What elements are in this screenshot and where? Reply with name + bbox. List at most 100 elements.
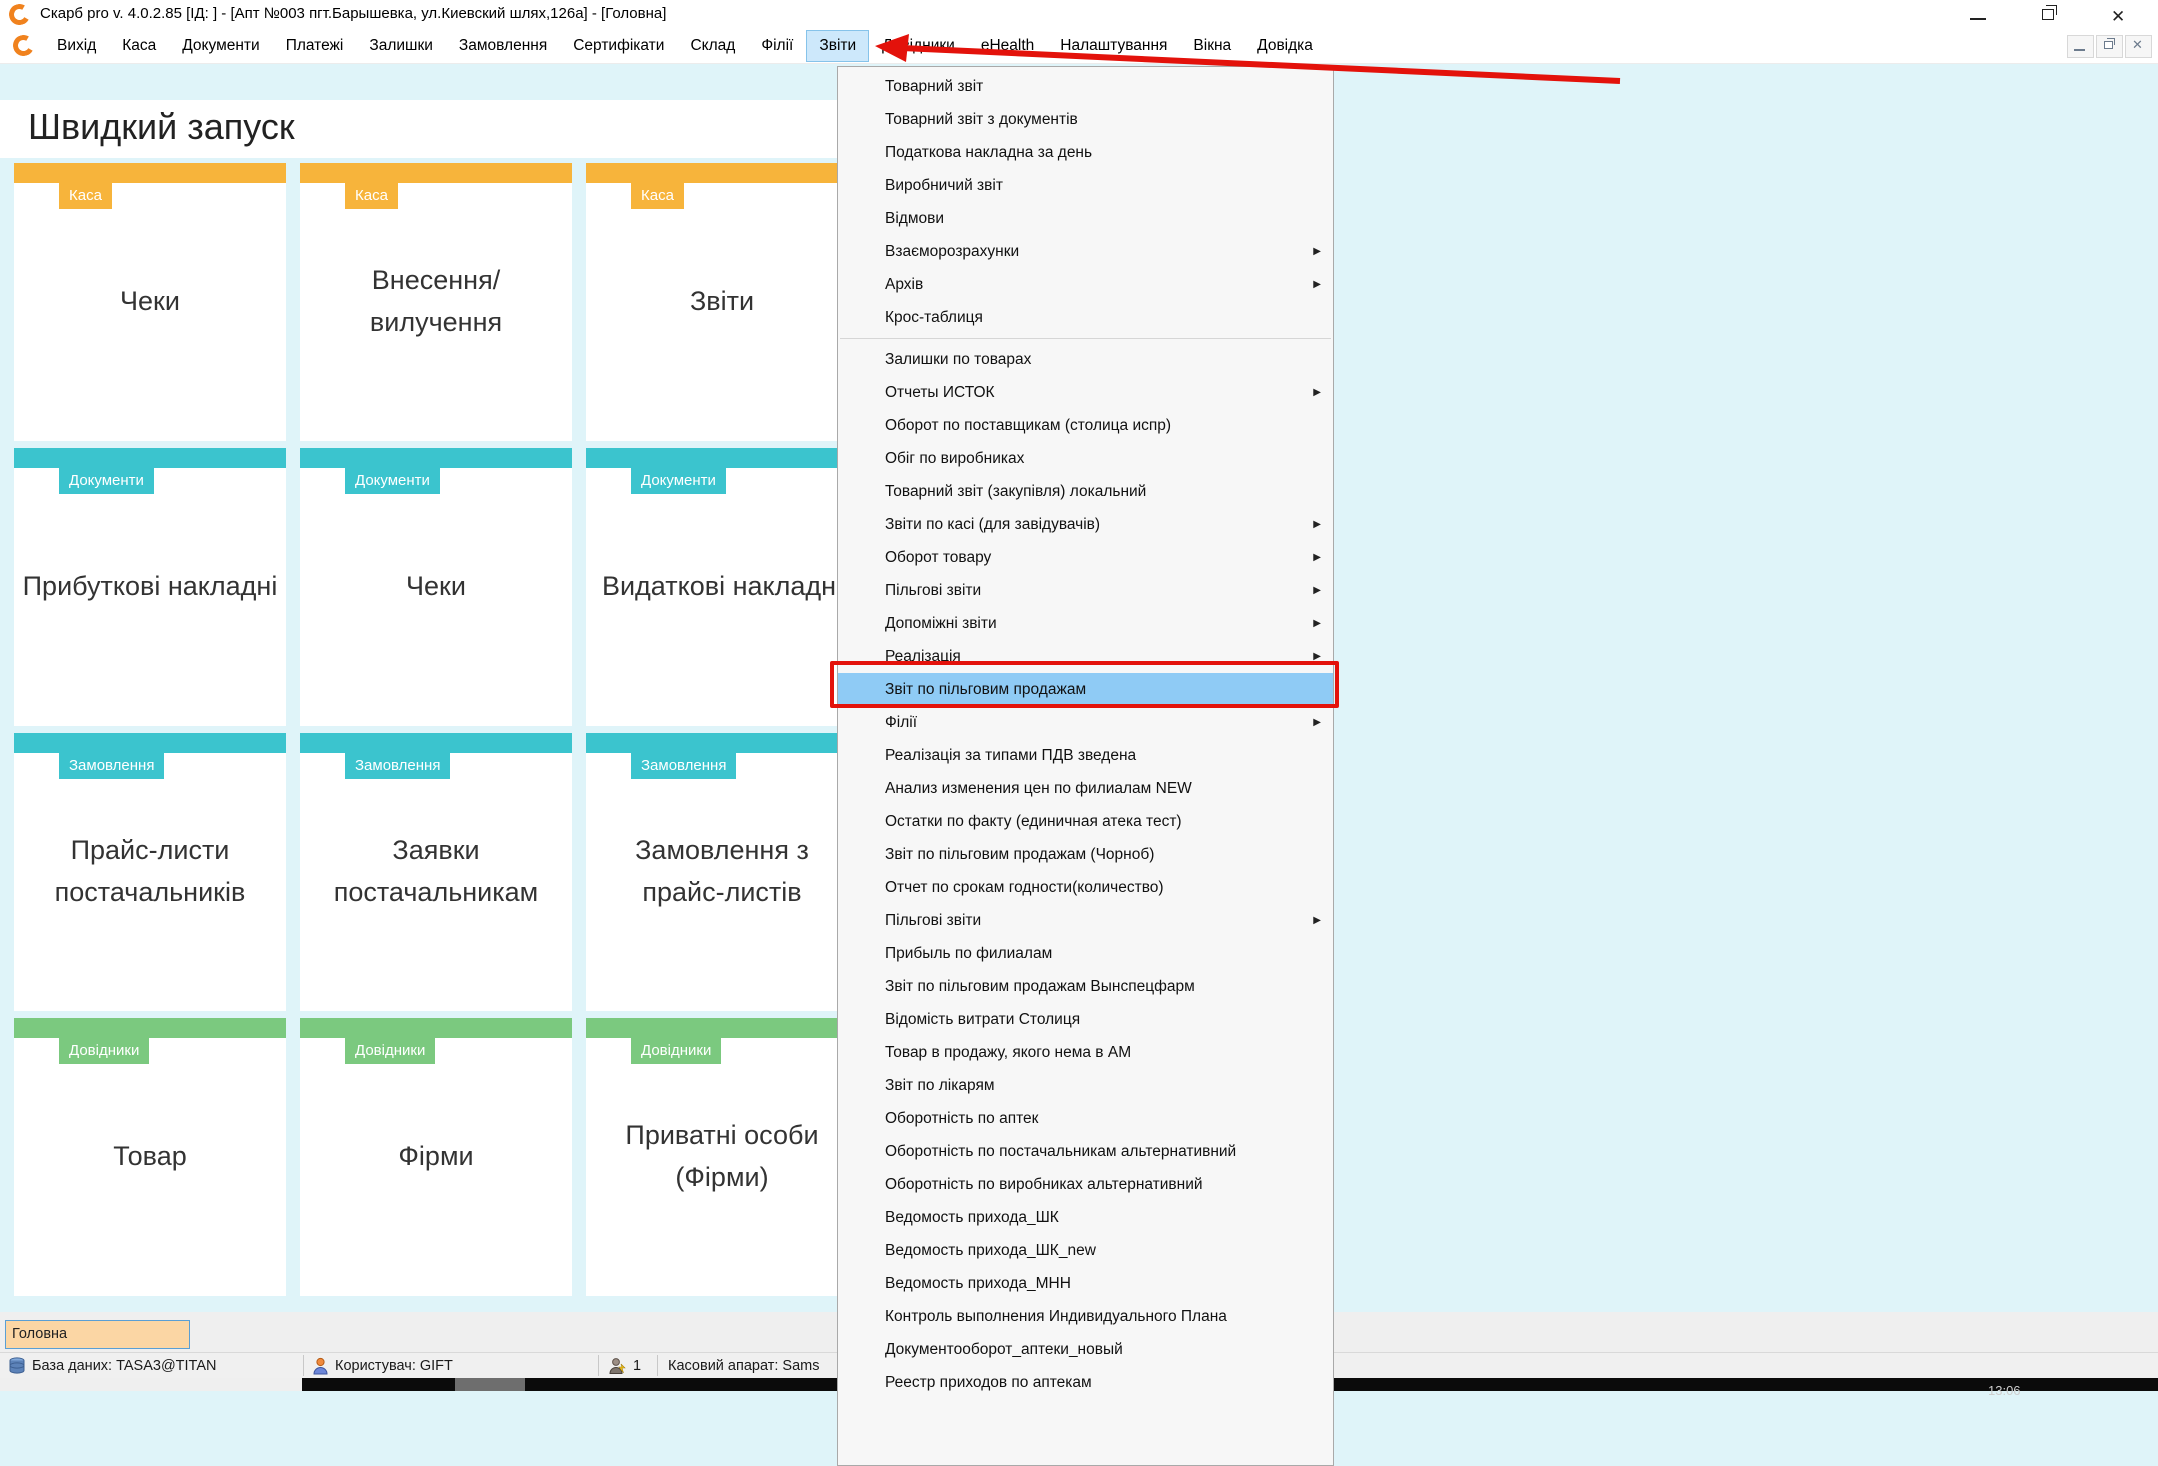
menu-item[interactable]: Товарний звіт [838, 70, 1333, 103]
menu-item[interactable]: Товарний звіт з документів [838, 103, 1333, 136]
menu-item[interactable]: Звіт по пільговим продажам Вынспецфарм [838, 970, 1333, 1003]
tile-прибуткові накладні[interactable]: ДокументиПрибуткові накладні [14, 448, 286, 726]
menu-item-label: Оборотність по аптек [885, 1110, 1038, 1127]
tile-label: Чеки [14, 163, 286, 441]
tile-label: Звіти [586, 163, 858, 441]
menubar-item-довідка[interactable]: Довідка [1244, 30, 1326, 62]
menu-item[interactable]: Остатки по факту (единичная атека тест) [838, 805, 1333, 838]
tile-label: Фірми [300, 1018, 572, 1296]
menubar-item-замовлення[interactable]: Замовлення [446, 30, 560, 62]
menubar-item-платежі[interactable]: Платежі [273, 30, 357, 62]
menubar-item-каса[interactable]: Каса [109, 30, 169, 62]
menu-item[interactable]: Ведомость прихода_МНН [838, 1267, 1333, 1300]
menu-item[interactable]: Товар в продажу, якого нема в АМ [838, 1036, 1333, 1069]
menu-item-label: Пільгові звіти [885, 912, 981, 929]
tile-товар[interactable]: ДовідникиТовар [14, 1018, 286, 1296]
menu-item[interactable]: Допоміжні звіти▶ [838, 607, 1333, 640]
menu-item[interactable]: Оборотність по постачальникам альтернати… [838, 1135, 1333, 1168]
menu-item[interactable]: Анализ изменения цен по филиалам NEW [838, 772, 1333, 805]
menu-item[interactable]: Документооборот_аптеки_новый [838, 1333, 1333, 1366]
window-title: Скарб pro v. 4.0.2.85 [ІД: ] - [Апт №003… [40, 5, 666, 22]
restore-icon [2042, 9, 2054, 20]
tab-golovna[interactable]: Головна [5, 1320, 190, 1349]
tile-внесення/вилучення[interactable]: КасаВнесення/вилучення [300, 163, 572, 441]
taskbar-button[interactable] [455, 1378, 525, 1391]
menubar-item-склад[interactable]: Склад [677, 30, 748, 62]
menu-item[interactable]: Філії▶ [838, 706, 1333, 739]
menubar-item-залишки[interactable]: Залишки [356, 30, 446, 62]
user-icon [312, 1357, 329, 1375]
mdi-minimize-button[interactable] [2067, 35, 2094, 58]
tile-чеки[interactable]: ДокументиЧеки [300, 448, 572, 726]
menu-item-label: Реестр приходов по аптекам [885, 1374, 1092, 1391]
menu-item-label: Ведомость прихода_МНН [885, 1275, 1071, 1292]
menubar-item-сертифікати[interactable]: Сертифікати [560, 30, 677, 62]
submenu-arrow-icon: ▶ [1313, 541, 1321, 574]
menubar-item-ehealth[interactable]: eHealth [968, 30, 1047, 62]
tile-label: Приватні особи (Фірми) [586, 1018, 858, 1296]
menu-item-label: Анализ изменения цен по филиалам NEW [885, 780, 1192, 797]
menu-item[interactable]: Контроль выполнения Индивидуального План… [838, 1300, 1333, 1333]
tile-label: Заявки постачальникам [300, 733, 572, 1011]
tile-звіти[interactable]: КасаЗвіти [586, 163, 858, 441]
menu-item[interactable]: Оборотність по виробниках альтернативний [838, 1168, 1333, 1201]
menu-item[interactable]: Ведомость прихода_ШК [838, 1201, 1333, 1234]
menu-item-label: Оборот товару [885, 549, 991, 566]
mdi-restore-button[interactable] [2096, 35, 2123, 58]
menubar-item-налаштування[interactable]: Налаштування [1047, 30, 1180, 62]
tile-прайс-листи постачальників[interactable]: ЗамовленняПрайс-листи постачальників [14, 733, 286, 1011]
status-session: 1 [608, 1353, 641, 1379]
menubar-item-вихід[interactable]: Вихід [44, 30, 109, 62]
menu-item[interactable]: Архів▶ [838, 268, 1333, 301]
menu-item-label: Відомість витрати Столиця [885, 1011, 1080, 1028]
menu-item[interactable]: Податкова накладна за день [838, 136, 1333, 169]
menu-item-label: Товар в продажу, якого нема в АМ [885, 1044, 1131, 1061]
menu-item[interactable]: Пільгові звіти▶ [838, 574, 1333, 607]
menu-item-label: Контроль выполнения Индивидуального План… [885, 1308, 1227, 1325]
window-close-button[interactable]: ✕ [2105, 6, 2135, 24]
menubar-item-вікна[interactable]: Вікна [1180, 30, 1244, 62]
menu-item[interactable]: Ведомость прихода_ШК_new [838, 1234, 1333, 1267]
tile-приватні особи (фірми)[interactable]: ДовідникиПриватні особи (Фірми) [586, 1018, 858, 1296]
tile-видаткові накладні[interactable]: ДокументиВидаткові накладні [586, 448, 858, 726]
menu-item[interactable]: Обіг по виробниках [838, 442, 1333, 475]
tile-label: Замовлення з прайс-листів [586, 733, 858, 1011]
menu-item[interactable]: Взаєморозрахунки▶ [838, 235, 1333, 268]
database-icon [8, 1357, 26, 1375]
tile-label: Прибуткові накладні [14, 448, 286, 726]
window-minimize-button[interactable] [1963, 6, 1993, 24]
menubar-item-довідники[interactable]: Довідники [869, 30, 968, 62]
tile-фірми[interactable]: ДовідникиФірми [300, 1018, 572, 1296]
menu-item[interactable]: Залишки по товарах [838, 343, 1333, 376]
menu-item-label: Звіт по лікарям [885, 1077, 995, 1094]
mdi-close-button[interactable]: ✕ [2125, 35, 2152, 58]
menu-item[interactable]: Звіт по лікарям [838, 1069, 1333, 1102]
tile-замовлення з прайс-листів[interactable]: ЗамовленняЗамовлення з прайс-листів [586, 733, 858, 1011]
window-restore-button[interactable] [2033, 6, 2063, 24]
menu-item[interactable]: Отчеты ИСТОК▶ [838, 376, 1333, 409]
menu-item[interactable]: Відомість витрати Столиця [838, 1003, 1333, 1036]
menu-item-label: Товарний звіт (закупівля) локальний [885, 483, 1146, 500]
menu-item[interactable]: Реалізація за типами ПДВ зведена [838, 739, 1333, 772]
menubar-item-звіти[interactable]: Звіти [806, 30, 869, 62]
menu-item-label: Податкова накладна за день [885, 144, 1092, 161]
menu-item-label: Звіт по пільговим продажам Вынспецфарм [885, 978, 1195, 995]
menu-item[interactable]: Оборот по поставщикам (столица испр) [838, 409, 1333, 442]
menubar-item-документи[interactable]: Документи [169, 30, 272, 62]
menu-item[interactable]: Прибыль по филиалам [838, 937, 1333, 970]
menu-item[interactable]: Звіти по касі (для завідувачів)▶ [838, 508, 1333, 541]
minimize-icon [1970, 18, 1986, 20]
tile-чеки[interactable]: КасаЧеки [14, 163, 286, 441]
menu-item[interactable]: Оборот товару ▶ [838, 541, 1333, 574]
menu-item[interactable]: Виробничий звіт [838, 169, 1333, 202]
menu-item[interactable]: Звіт по пільговим продажам (Чорноб) [838, 838, 1333, 871]
menu-item[interactable]: Отчет по срокам годности(количество) [838, 871, 1333, 904]
tile-заявки постачальникам[interactable]: ЗамовленняЗаявки постачальникам [300, 733, 572, 1011]
menu-item[interactable]: Пільгові звіти▶ [838, 904, 1333, 937]
menubar-item-філії[interactable]: Філії [748, 30, 806, 62]
menu-item[interactable]: Товарний звіт (закупівля) локальний [838, 475, 1333, 508]
menu-item[interactable]: Відмови [838, 202, 1333, 235]
menu-item[interactable]: Крос-таблиця [838, 301, 1333, 334]
menu-item[interactable]: Реестр приходов по аптекам [838, 1366, 1333, 1399]
menu-item[interactable]: Оборотність по аптек [838, 1102, 1333, 1135]
